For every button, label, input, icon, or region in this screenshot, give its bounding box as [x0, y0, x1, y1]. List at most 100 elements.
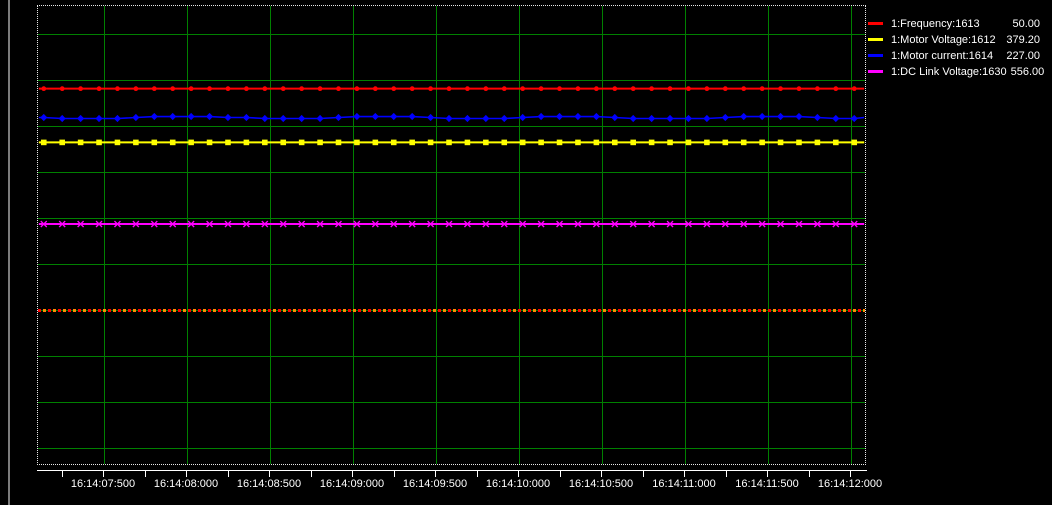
x-axis-tick	[684, 470, 685, 477]
marker-diamond	[372, 113, 379, 120]
marker-square	[612, 140, 618, 146]
x-axis-tick	[186, 470, 187, 477]
x-axis-label: 16:14:09:500	[389, 477, 481, 491]
marker-square	[428, 140, 434, 146]
marker-diamond	[206, 113, 213, 120]
x-axis-tick	[809, 470, 810, 477]
x-axis-tick	[103, 470, 104, 477]
marker-square	[225, 140, 231, 146]
marker-circle	[483, 86, 488, 91]
marker-square	[317, 140, 323, 146]
marker-square	[686, 140, 692, 146]
marker-diamond	[188, 113, 195, 120]
trend-chart-window: 16:14:07:50016:14:08:00016:14:08:50016:1…	[0, 0, 1052, 505]
plot-area[interactable]	[37, 5, 866, 465]
x-axis-label: 16:14:09:000	[306, 477, 398, 491]
marker-diamond	[556, 113, 563, 120]
marker-square	[336, 140, 342, 146]
marker-circle	[723, 86, 728, 91]
trace-frequency	[39, 86, 864, 91]
marker-circle	[502, 86, 507, 91]
legend-label: 1:DC Link Voltage:1630	[891, 66, 1007, 78]
marker-square	[851, 140, 857, 146]
marker-circle	[244, 86, 249, 91]
legend-row-frequency[interactable]: 1:Frequency:161350.00	[868, 16, 1040, 31]
marker-diamond	[482, 115, 489, 122]
marker-circle	[189, 86, 194, 91]
marker-circle	[833, 86, 838, 91]
marker-diamond	[832, 115, 839, 122]
marker-diamond	[409, 113, 416, 120]
x-axis-label: 16:14:10:500	[555, 477, 647, 491]
marker-square	[796, 140, 802, 146]
legend-row-motor-current[interactable]: 1:Motor current:1614227.00	[868, 48, 1040, 63]
marker-circle	[299, 86, 304, 91]
marker-diamond	[390, 113, 397, 120]
marker-diamond	[261, 115, 268, 122]
marker-circle	[649, 86, 654, 91]
x-axis-tick	[767, 470, 768, 477]
marker-diamond	[851, 115, 858, 122]
marker-diamond	[224, 114, 231, 121]
x-axis-tick	[269, 470, 270, 477]
marker-circle	[373, 86, 378, 91]
marker-square	[667, 140, 673, 146]
marker-circle	[318, 86, 323, 91]
x-axis-tick	[435, 470, 436, 477]
marker-circle	[612, 86, 617, 91]
marker-square	[538, 140, 544, 146]
marker-diamond	[593, 113, 600, 120]
x-axis-label: 16:14:07:500	[57, 477, 149, 491]
marker-diamond	[132, 114, 139, 121]
marker-circle	[668, 86, 673, 91]
marker-square	[354, 140, 360, 146]
marker-square	[557, 140, 563, 146]
x-axis-tick	[601, 470, 602, 477]
marker-circle	[41, 86, 46, 91]
marker-square	[96, 140, 102, 146]
marker-diamond	[298, 115, 305, 122]
legend-value: 227.00	[1002, 50, 1040, 62]
marker-square	[704, 140, 710, 146]
marker-circle	[60, 86, 65, 91]
marker-circle	[78, 86, 83, 91]
marker-circle	[852, 86, 857, 91]
marker-diamond	[151, 113, 158, 120]
marker-circle	[557, 86, 562, 91]
marker-square	[373, 140, 379, 146]
marker-diamond	[722, 114, 729, 121]
marker-circle	[760, 86, 765, 91]
marker-circle	[428, 86, 433, 91]
marker-square	[833, 140, 839, 146]
marker-square	[759, 140, 765, 146]
marker-circle	[447, 86, 452, 91]
x-axis-tick	[145, 470, 146, 477]
legend-value: 50.00	[1008, 18, 1040, 30]
marker-square	[299, 140, 305, 146]
marker-circle	[704, 86, 709, 91]
legend-swatch-motor-current	[868, 54, 883, 57]
legend-row-motor-voltage[interactable]: 1:Motor Voltage:1612379.20	[868, 32, 1040, 47]
legend-swatch-frequency	[868, 22, 883, 25]
x-axis-tick	[477, 470, 478, 477]
marker-square	[188, 140, 194, 146]
left-panel-divider	[8, 0, 10, 505]
marker-diamond	[703, 115, 710, 122]
marker-diamond	[445, 115, 452, 122]
marker-circle	[281, 86, 286, 91]
marker-circle	[391, 86, 396, 91]
marker-square	[575, 140, 581, 146]
legend-label: 1:Motor Voltage:1612	[891, 34, 1002, 46]
x-axis-tick	[850, 470, 851, 477]
marker-square	[170, 140, 176, 146]
marker-diamond	[611, 114, 618, 121]
legend-row-dc-link-voltage[interactable]: 1:DC Link Voltage:1630556.00	[868, 64, 1040, 79]
trace-motor-voltage	[39, 140, 864, 146]
marker-square	[741, 140, 747, 146]
x-axis-tick	[394, 470, 395, 477]
x-axis-baseline	[37, 470, 867, 471]
marker-diamond	[519, 114, 526, 121]
marker-diamond	[630, 115, 637, 122]
marker-square	[520, 140, 526, 146]
marker-diamond	[501, 115, 508, 122]
